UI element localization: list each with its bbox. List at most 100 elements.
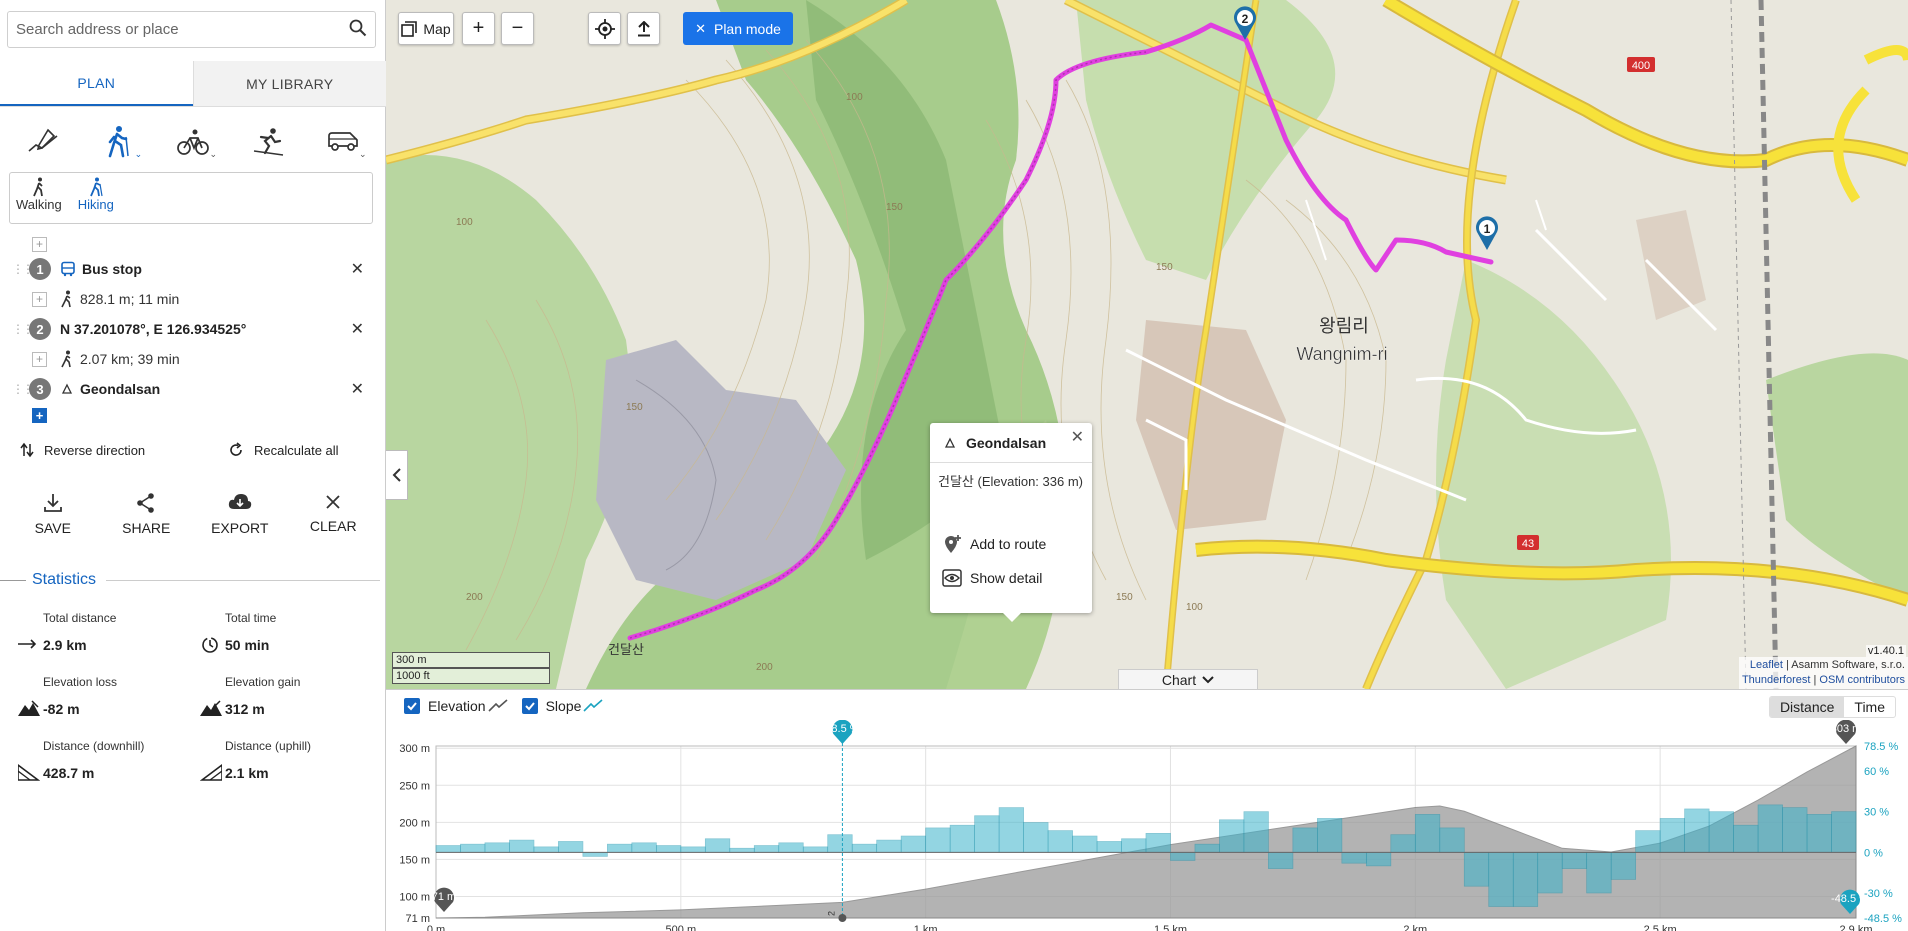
uphill-icon [200,764,222,781]
zoom-in-button[interactable]: + [462,12,495,45]
slope-bar [1365,851,1392,867]
remove-waypoint-button[interactable]: ✕ [351,259,364,279]
chart-toggle-button[interactable]: Chart [1118,669,1258,689]
clear-button[interactable]: CLEAR [293,492,373,546]
contour-label: 200 [466,592,483,603]
export-button[interactable]: EXPORT [200,492,280,546]
legend-elevation-toggle[interactable]: Elevation [404,698,508,714]
contour-label: 150 [626,402,643,413]
cycling-mode-button[interactable]: ⌄ [165,120,221,164]
plan-mode-button[interactable]: ✕ Plan mode [683,12,793,45]
walker-icon [61,350,71,368]
upload-button[interactable] [627,12,660,45]
submode-hiking[interactable]: Hiking [76,177,116,219]
slope-bar [435,845,461,853]
search-input[interactable] [16,21,349,38]
contour-label: 100 [456,217,473,228]
waypoint-label: N 37.201078°, E 126.934525° [60,321,247,337]
stat-label: Elevation gain [225,675,301,689]
peak-icon [61,383,73,394]
collapse-sidebar-button[interactable] [386,450,408,500]
osm-link[interactable]: OSM contributors [1819,674,1905,686]
export-label: EXPORT [211,520,269,536]
remove-waypoint-button[interactable]: ✕ [351,379,364,399]
slope-min-label: -48.5 % [1831,893,1869,905]
zoom-out-button[interactable]: − [501,12,534,45]
hiker-icon [108,126,129,158]
show-detail-button[interactable]: Show detail [930,561,1092,595]
elevation-chart[interactable]: 300 m 250 m 200 m 150 m 100 m71 m 78.5 % 60 % 3… [386,720,1908,931]
slope-bar [1463,851,1490,887]
map-view[interactable]: 2 1 왕림리 Wangnim-ri 건달산 400 43 100 150 15… [386,0,1908,689]
slope-bar [655,845,682,853]
scale-bar-imperial: 1000 ft [392,668,550,684]
add-to-route-button[interactable]: Add to route [930,527,1092,561]
remove-waypoint-button[interactable]: ✕ [351,319,364,339]
slope-bar [876,839,902,853]
time-mode-button[interactable]: Time [1844,697,1895,717]
timer-icon [202,637,218,653]
slope-bar [1170,851,1196,861]
poi-popup: Geondalsan ✕ 건달산 (Elevation: 336 m) Add … [930,423,1092,613]
save-button[interactable]: SAVE [13,492,93,546]
reverse-direction-label: Reverse direction [44,442,146,458]
insert-waypoint-button[interactable]: + [32,351,47,367]
chevron-down-icon: ⌄ [209,149,217,159]
walker-icon [61,290,71,308]
add-waypoint-button[interactable]: + [32,407,47,423]
chevron-down-icon: ⌄ [359,149,367,159]
locate-button[interactable] [588,12,621,45]
legend-slope-toggle[interactable]: Slope [521,698,604,714]
waypoint-row[interactable]: ⋮⋮ 2 N 37.201078°, E 126.934525° ✕ [0,314,386,344]
skiing-mode-button[interactable] [240,120,296,164]
search-icon[interactable] [349,19,367,40]
hiker-icon [90,177,103,197]
ascent-icon [200,700,222,716]
elevation-max-label: 303 m [1831,723,1862,735]
insert-waypoint-button[interactable]: + [32,291,47,307]
upload-icon [637,20,650,36]
save-label: SAVE [34,520,71,536]
show-detail-label: Show detail [970,570,1043,586]
distance-mode-button[interactable]: Distance [1769,697,1845,717]
slope-bar [631,842,657,853]
recalculate-all-button[interactable]: Recalculate all [228,442,339,458]
draw-line-mode-button[interactable] [15,120,71,164]
slope-bar [900,835,927,853]
axis-mode-toggle: Distance Time [1768,696,1896,718]
leaflet-link[interactable]: Leaflet [1750,659,1783,671]
popup-close-button[interactable]: ✕ [1071,427,1084,447]
contour-label: 200 [756,662,773,673]
checkbox-checked-icon[interactable] [404,698,420,714]
tab-plan[interactable]: PLAN [0,61,193,106]
submode-walking[interactable]: Walking [14,177,64,219]
slope-bar [1414,814,1441,853]
hiking-mode-button[interactable]: ⌄ [90,120,146,164]
reverse-direction-button[interactable]: Reverse direction [20,442,145,458]
thunderforest-link[interactable]: Thunderforest [1742,674,1810,686]
stat-value: -82 m [43,701,80,717]
refresh-icon [230,442,242,456]
insert-waypoint-button[interactable]: + [32,236,47,252]
waypoint-row[interactable]: ⋮⋮ 1 Bus stop ✕ [0,254,386,284]
waypoint-row[interactable]: ⋮⋮ 3 Geondalsan ✕ [0,374,386,404]
tab-my-library[interactable]: MY LIBRARY [192,61,386,106]
x-tick-label: 2 km [1403,924,1427,931]
close-icon [326,495,340,509]
slope-bar [778,842,804,853]
chevron-down-icon: ⌄ [134,149,143,159]
stat-label: Distance (uphill) [225,739,312,753]
share-button[interactable]: SHARE [106,492,186,546]
car-icon [327,132,358,151]
popup-body: 건달산 (Elevation: 336 m) [938,474,1083,489]
slope-bar [925,827,951,853]
close-icon: ✕ [695,20,706,36]
map-canvas[interactable]: 2 1 왕림리 Wangnim-ri 건달산 400 43 100 150 15… [386,0,1908,689]
stat-value: 2.9 km [43,637,87,653]
map-layers-button[interactable]: Map [398,12,454,45]
checkbox-checked-icon[interactable] [521,698,538,714]
slope-bar [1831,811,1857,853]
stat-value: 2.1 km [225,765,269,781]
car-mode-button[interactable]: ⌄ [315,120,371,164]
slope-bar [1023,822,1049,853]
